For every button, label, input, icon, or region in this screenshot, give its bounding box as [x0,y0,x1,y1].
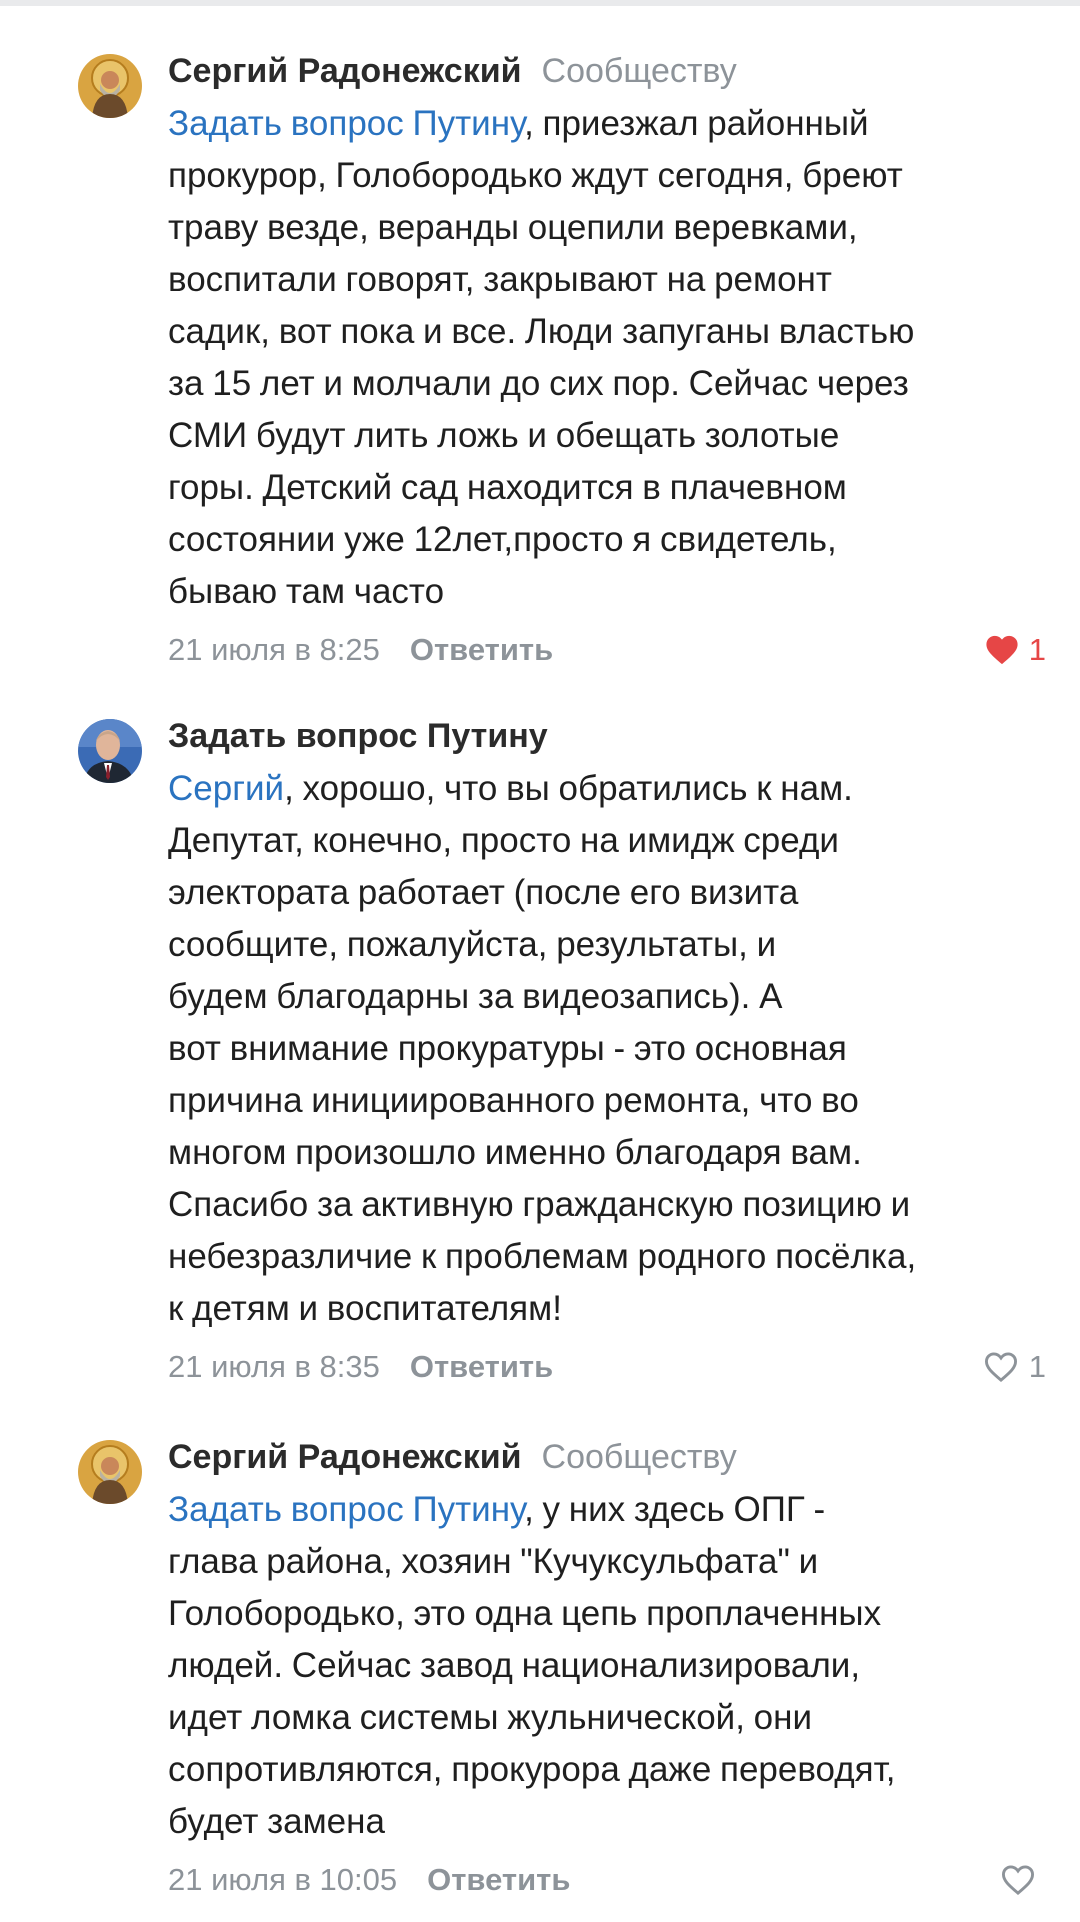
mention-link[interactable]: Задать вопрос Путину [168,104,524,143]
like-button[interactable]: 1 [983,1339,1046,1395]
mention-link[interactable]: Задать вопрос Путину [168,1490,524,1529]
comment-body: , хорошо, что вы обратились к нам. Депут… [168,769,917,1328]
like-count: 1 [1028,1349,1046,1384]
comment-text: Задать вопрос Путину, приезжал районный … [168,98,1046,618]
comment-text: Задать вопрос Путину, у них здесь ОПГ - … [168,1484,1046,1848]
like-button[interactable] [1000,1852,1046,1908]
timestamp[interactable]: 21 июля в 10:05 [168,1862,397,1897]
comment-header: Сергий Радонежский Сообществу [168,48,1046,94]
comment-meta: 21 июля в 8:25 Ответить 1 [168,622,1046,678]
comment-header: Сергий Радонежский Сообществу [168,1434,1046,1480]
comment-header: Задать вопрос Путину [168,713,1046,759]
timestamp[interactable]: 21 июля в 8:35 [168,1349,380,1384]
author-name[interactable]: Сергий Радонежский [168,1438,522,1476]
reply-button[interactable]: Ответить [410,632,553,667]
top-divider [0,0,1080,6]
like-button[interactable]: 1 [985,622,1046,678]
comment-text: Сергий, хорошо, что вы обратились к нам.… [168,763,1046,1335]
heart-filled-icon [986,635,1018,665]
avatar-person[interactable] [78,719,142,783]
heart-outline-icon [984,1352,1017,1382]
reply-button[interactable]: Ответить [427,1862,570,1897]
avatar-saint[interactable] [78,1440,142,1504]
comment-meta: 21 июля в 8:35 Ответить 1 [168,1339,1046,1395]
comment-body: , приезжал районный прокурор, Голобородь… [168,104,915,611]
recipient-label: Сообществу [541,1438,737,1476]
heart-outline-icon [1001,1865,1035,1895]
like-count: 1 [1028,632,1046,667]
timestamp[interactable]: 21 июля в 8:25 [168,632,380,667]
comment-body: , у них здесь ОПГ - глава района, хозяин… [168,1490,896,1841]
comment-meta: 21 июля в 10:05 Ответить [168,1852,1046,1908]
author-name[interactable]: Задать вопрос Путину [168,717,548,755]
mention-link[interactable]: Сергий [168,769,284,808]
author-name[interactable]: Сергий Радонежский [168,52,522,90]
recipient-label: Сообществу [541,52,737,90]
avatar-saint[interactable] [78,54,142,118]
reply-button[interactable]: Ответить [410,1349,553,1384]
